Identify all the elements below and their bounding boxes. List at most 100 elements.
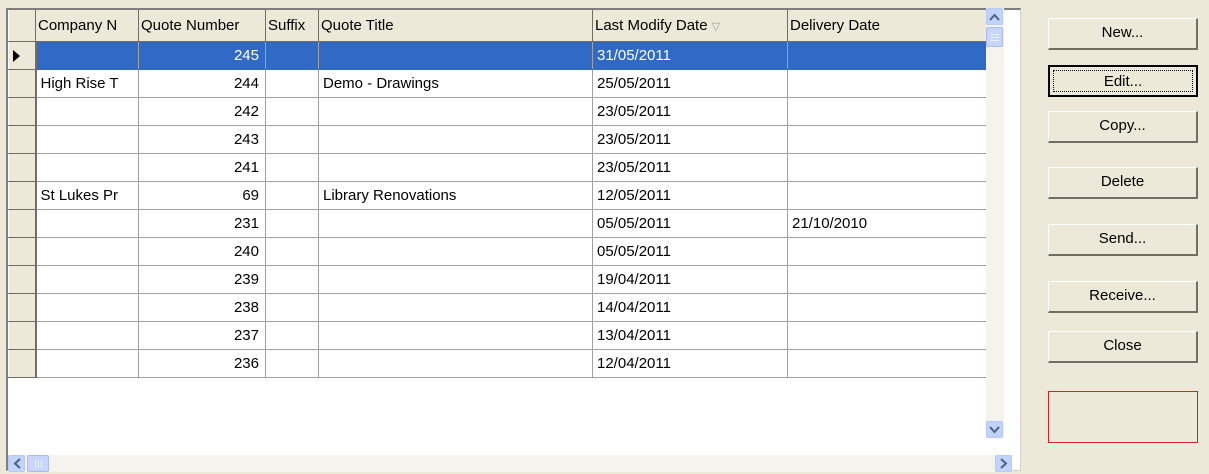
cell-suffix[interactable]: [265, 181, 319, 210]
cell-quote-number[interactable]: 238: [138, 293, 266, 322]
copy-button[interactable]: Copy...: [1048, 111, 1198, 143]
row-selector[interactable]: [8, 180, 37, 210]
column-header-suffix[interactable]: Suffix: [265, 10, 319, 42]
cell-quote-number[interactable]: 69: [138, 181, 266, 210]
scroll-left-button[interactable]: [8, 455, 25, 472]
table-row[interactable]: St Lukes Pr 69 Library Renovations 12/05/20…: [8, 180, 994, 210]
table-row[interactable]: 238 14/04/2011: [8, 292, 994, 322]
cell-quote-number[interactable]: 236: [138, 349, 266, 378]
table-row[interactable]: 240 05/05/2011: [8, 236, 994, 266]
cell-suffix[interactable]: [265, 153, 319, 182]
new-button[interactable]: New...: [1048, 18, 1198, 50]
table-row[interactable]: 241 23/05/2011: [8, 152, 994, 182]
cell-quote-title[interactable]: Library Renovations: [318, 181, 593, 210]
cell-company[interactable]: [35, 209, 139, 238]
cell-last-modify-date[interactable]: 13/04/2011: [592, 321, 788, 350]
table-row[interactable]: 239 19/04/2011: [8, 264, 994, 294]
row-selector[interactable]: [8, 40, 37, 70]
cell-last-modify-date[interactable]: 23/05/2011: [592, 125, 788, 154]
cell-quote-title[interactable]: [318, 349, 593, 378]
column-header-quote-title[interactable]: Quote Title: [318, 10, 593, 42]
cell-delivery-date[interactable]: [787, 321, 994, 350]
cell-delivery-date[interactable]: [787, 41, 994, 70]
cell-suffix[interactable]: [265, 349, 319, 378]
cell-quote-number[interactable]: 240: [138, 237, 266, 266]
cell-suffix[interactable]: [265, 125, 319, 154]
cell-company[interactable]: [35, 153, 139, 182]
cell-last-modify-date[interactable]: 23/05/2011: [592, 153, 788, 182]
cell-quote-number[interactable]: 239: [138, 265, 266, 294]
cell-delivery-date[interactable]: [787, 293, 994, 322]
cell-quote-title[interactable]: [318, 293, 593, 322]
cell-suffix[interactable]: [265, 209, 319, 238]
cell-delivery-date[interactable]: 21/10/2010: [787, 209, 994, 238]
cell-quote-number[interactable]: 237: [138, 321, 266, 350]
row-selector[interactable]: [8, 292, 37, 322]
cell-delivery-date[interactable]: [787, 237, 994, 266]
cell-suffix[interactable]: [265, 321, 319, 350]
cell-company[interactable]: [35, 349, 139, 378]
cell-company[interactable]: High Rise T: [35, 69, 139, 98]
quotes-grid[interactable]: Company N Quote Number Suffix Quote Titl…: [6, 8, 1021, 471]
cell-delivery-date[interactable]: [787, 97, 994, 126]
cell-company[interactable]: [35, 237, 139, 266]
cell-quote-number[interactable]: 242: [138, 97, 266, 126]
cell-quote-title[interactable]: Demo - Drawings: [318, 69, 593, 98]
cell-suffix[interactable]: [265, 265, 319, 294]
cell-company[interactable]: [35, 321, 139, 350]
cell-last-modify-date[interactable]: 14/04/2011: [592, 293, 788, 322]
cell-company[interactable]: [35, 265, 139, 294]
cell-quote-number[interactable]: 243: [138, 125, 266, 154]
cell-quote-number[interactable]: 245: [138, 41, 266, 70]
row-selector[interactable]: [8, 208, 37, 238]
cell-last-modify-date[interactable]: 25/05/2011: [592, 69, 788, 98]
cell-company[interactable]: [35, 41, 139, 70]
cell-last-modify-date[interactable]: 12/04/2011: [592, 349, 788, 378]
row-selector[interactable]: [8, 152, 37, 182]
horizontal-scroll-thumb[interactable]: [27, 455, 49, 472]
cell-company[interactable]: [35, 125, 139, 154]
cell-quote-title[interactable]: [318, 153, 593, 182]
cell-suffix[interactable]: [265, 97, 319, 126]
cell-last-modify-date[interactable]: 05/05/2011: [592, 237, 788, 266]
edit-button[interactable]: Edit...: [1048, 65, 1198, 97]
scroll-down-button[interactable]: [986, 421, 1003, 438]
table-row[interactable]: 237 13/04/2011: [8, 320, 994, 350]
cell-suffix[interactable]: [265, 69, 319, 98]
cell-suffix[interactable]: [265, 41, 319, 70]
column-header-delivery-date[interactable]: Delivery Date: [787, 10, 994, 42]
cell-suffix[interactable]: [265, 293, 319, 322]
table-row[interactable]: 242 23/05/2011: [8, 96, 994, 126]
cell-delivery-date[interactable]: [787, 153, 994, 182]
row-selector[interactable]: [8, 348, 37, 378]
cell-last-modify-date[interactable]: 19/04/2011: [592, 265, 788, 294]
row-selector[interactable]: [8, 96, 37, 126]
cell-delivery-date[interactable]: [787, 125, 994, 154]
cell-quote-title[interactable]: [318, 41, 593, 70]
cell-last-modify-date[interactable]: 31/05/2011: [592, 41, 788, 70]
send-button[interactable]: Send...: [1048, 224, 1198, 256]
cell-quote-title[interactable]: [318, 125, 593, 154]
cell-last-modify-date[interactable]: 23/05/2011: [592, 97, 788, 126]
receive-button[interactable]: Receive...: [1048, 281, 1198, 313]
horizontal-scrollbar[interactable]: [8, 455, 1012, 472]
scroll-right-button[interactable]: [995, 455, 1012, 472]
cell-quote-title[interactable]: [318, 321, 593, 350]
cell-quote-number[interactable]: 244: [138, 69, 266, 98]
cell-last-modify-date[interactable]: 05/05/2011: [592, 209, 788, 238]
row-selector[interactable]: [8, 264, 37, 294]
table-row[interactable]: 245 31/05/2011: [8, 40, 994, 70]
column-header-last-modify-date[interactable]: Last Modify Date ▽: [592, 10, 788, 42]
column-header-company[interactable]: Company N: [35, 10, 139, 42]
cell-quote-number[interactable]: 241: [138, 153, 266, 182]
cell-company[interactable]: St Lukes Pr: [35, 181, 139, 210]
cell-last-modify-date[interactable]: 12/05/2011: [592, 181, 788, 210]
cell-delivery-date[interactable]: [787, 69, 994, 98]
cell-delivery-date[interactable]: [787, 181, 994, 210]
table-row[interactable]: 231 05/05/2011 21/10/2010: [8, 208, 994, 238]
row-selector[interactable]: [8, 68, 37, 98]
close-button[interactable]: Close: [1048, 331, 1198, 363]
table-row[interactable]: 243 23/05/2011: [8, 124, 994, 154]
cell-quote-title[interactable]: [318, 97, 593, 126]
vertical-scrollbar[interactable]: [986, 8, 1004, 438]
